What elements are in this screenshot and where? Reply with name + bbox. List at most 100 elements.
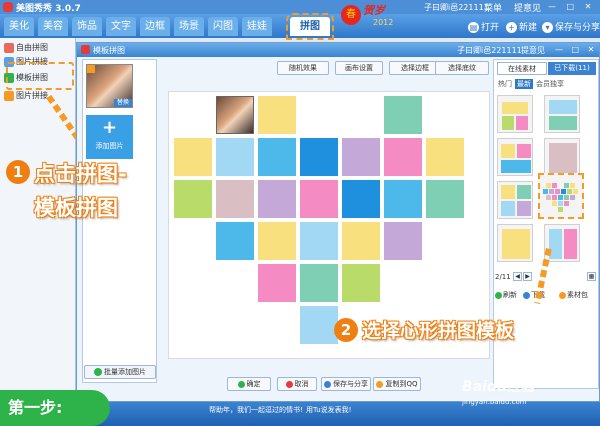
collage-cell[interactable] <box>300 264 338 302</box>
template-thumb[interactable] <box>497 224 533 262</box>
collage-cell[interactable] <box>384 180 422 218</box>
mode-free-collage[interactable]: 自由拼图 <box>4 42 48 56</box>
ok-button[interactable]: 确定 <box>227 377 271 391</box>
collage-cell[interactable] <box>300 180 338 218</box>
subtab-vip[interactable]: 会员独享 <box>535 79 565 89</box>
save-share-label: 保存与分享 <box>333 380 368 388</box>
heart-template-thumb[interactable] <box>538 173 584 219</box>
tab-frame[interactable]: 边框 <box>140 17 170 36</box>
collage-cell[interactable] <box>342 180 380 218</box>
collage-cell[interactable] <box>216 222 254 260</box>
plus-icon: + <box>506 22 517 33</box>
tab-scene[interactable]: 场景 <box>174 17 204 36</box>
tab-beautify[interactable]: 美化 <box>4 17 34 36</box>
collage-cell[interactable] <box>174 180 212 218</box>
refresh-icon <box>495 291 502 299</box>
footer-text-1[interactable]: 帮助年，我们一起逗过的情书! <box>209 405 303 415</box>
app-title: 美图秀秀 3.0.7 <box>16 4 81 14</box>
template-thumb[interactable] <box>544 138 580 176</box>
canvas-settings-button[interactable]: 画布设置 <box>335 61 383 75</box>
save-share-button[interactable]: ▾ 保存与分享 <box>542 20 600 33</box>
user-name[interactable]: 子曰卿i邑221111 <box>424 2 489 13</box>
collage-cell[interactable] <box>300 306 338 344</box>
festival-banner: 春 贺岁 2012 <box>339 0 415 38</box>
refresh-button[interactable]: 刷新 <box>495 290 517 301</box>
replace-button[interactable]: 替换 <box>114 99 132 107</box>
grid-view-button[interactable]: ▦ <box>587 272 596 281</box>
open-label: 打开 <box>481 23 500 33</box>
collage-cell[interactable] <box>258 138 296 176</box>
library-button[interactable]: 素材包 <box>559 290 588 301</box>
tab-downloaded[interactable]: 已下载(11) <box>548 62 596 75</box>
collage-cell[interactable] <box>258 264 296 302</box>
tab-doll[interactable]: 娃娃 <box>242 17 272 36</box>
select-border-button[interactable]: 选择边框 <box>389 61 441 75</box>
collage-cell[interactable] <box>384 222 422 260</box>
collage-cell[interactable] <box>384 96 422 134</box>
select-texture-button[interactable]: 选择底纹 <box>435 61 489 75</box>
tab-accessories[interactable]: 饰品 <box>72 17 102 36</box>
window-controls[interactable]: — □ ✕ <box>548 2 595 11</box>
collage-mode-panel: 自由拼图 图片拼接 模板拼图 图片拼接 <box>0 38 76 426</box>
save-label: 保存与分享 <box>555 23 600 33</box>
add-icon <box>94 368 102 376</box>
tab-collage[interactable]: 拼图 <box>286 13 334 40</box>
dialog-feedback[interactable]: 提意见 <box>521 45 545 56</box>
collage-cell[interactable] <box>258 96 296 134</box>
footer-text-2[interactable]: 用Tu说发表我! <box>306 405 351 415</box>
subtab-hot[interactable]: 热门 <box>497 79 513 89</box>
template-thumb[interactable] <box>544 95 580 133</box>
collage-cell[interactable] <box>174 138 212 176</box>
refresh-label: 刷新 <box>503 291 517 299</box>
tab-text[interactable]: 文字 <box>106 17 136 36</box>
collage-cell[interactable] <box>342 222 380 260</box>
baidu-watermark: Baidu经验 <box>462 379 535 395</box>
collage-cell[interactable] <box>300 222 338 260</box>
copy-to-qq-button[interactable]: 复制到QQ <box>373 377 421 391</box>
photo-thumbnail[interactable]: 替换 <box>86 64 133 108</box>
dialog-user[interactable]: 子曰卿i邑221111 <box>457 45 522 56</box>
save-share-dialog-button[interactable]: 保存与分享 <box>321 377 371 391</box>
collage-cell[interactable] <box>258 180 296 218</box>
template-thumb[interactable] <box>497 95 533 133</box>
batch-add-label: 批量添加图片 <box>104 368 146 376</box>
step-banner: 第一步: <box>0 390 110 426</box>
dialog-window-controls[interactable]: — □ ✕ <box>555 45 597 54</box>
cancel-button[interactable]: 取消 <box>277 377 317 391</box>
collage-cell[interactable] <box>426 138 464 176</box>
collage-cell[interactable] <box>342 264 380 302</box>
collage-cell[interactable] <box>216 96 254 134</box>
plus-icon: + <box>101 117 118 138</box>
collage-cell[interactable] <box>426 180 464 218</box>
collage-cell[interactable] <box>384 138 422 176</box>
tab-beauty[interactable]: 美容 <box>38 17 68 36</box>
template-thumb[interactable] <box>497 138 533 176</box>
collage-cell[interactable] <box>216 138 254 176</box>
collage-cell[interactable] <box>300 138 338 176</box>
subtab-new[interactable]: 最新 <box>515 79 533 89</box>
festival-badge: 春 <box>341 5 361 25</box>
add-image-button[interactable]: + 添加图片 <box>86 115 133 159</box>
mode-image-join[interactable]: 图片拼接 <box>4 90 48 104</box>
next-page-button[interactable]: ▶ <box>523 272 532 281</box>
collage-cell[interactable] <box>342 138 380 176</box>
collage-cell[interactable] <box>258 222 296 260</box>
tab-flash[interactable]: 闪图 <box>208 17 238 36</box>
close-icon <box>285 380 293 388</box>
random-effect-button[interactable]: 随机效果 <box>277 61 329 75</box>
collage-cell[interactable] <box>342 96 380 134</box>
open-button[interactable]: ▤ 打开 <box>468 20 499 33</box>
festival-year: 2012 <box>373 18 394 27</box>
prev-page-button[interactable]: ◀ <box>513 272 522 281</box>
tab-online-materials[interactable]: 在线素材 <box>497 62 547 75</box>
feedback-button[interactable]: 提意见 <box>514 1 541 14</box>
mode-label: 图片拼接 <box>16 91 48 100</box>
dialog-title: 模板拼图 <box>93 46 125 55</box>
batch-add-button[interactable]: 批量添加图片 <box>84 365 156 379</box>
library-icon <box>559 291 566 299</box>
collage-cell[interactable] <box>216 180 254 218</box>
festival-text: 贺岁 <box>363 4 385 17</box>
new-button[interactable]: + 新建 <box>506 20 537 33</box>
menu-button[interactable]: 菜单 <box>484 1 502 14</box>
template-thumb[interactable] <box>497 181 533 219</box>
